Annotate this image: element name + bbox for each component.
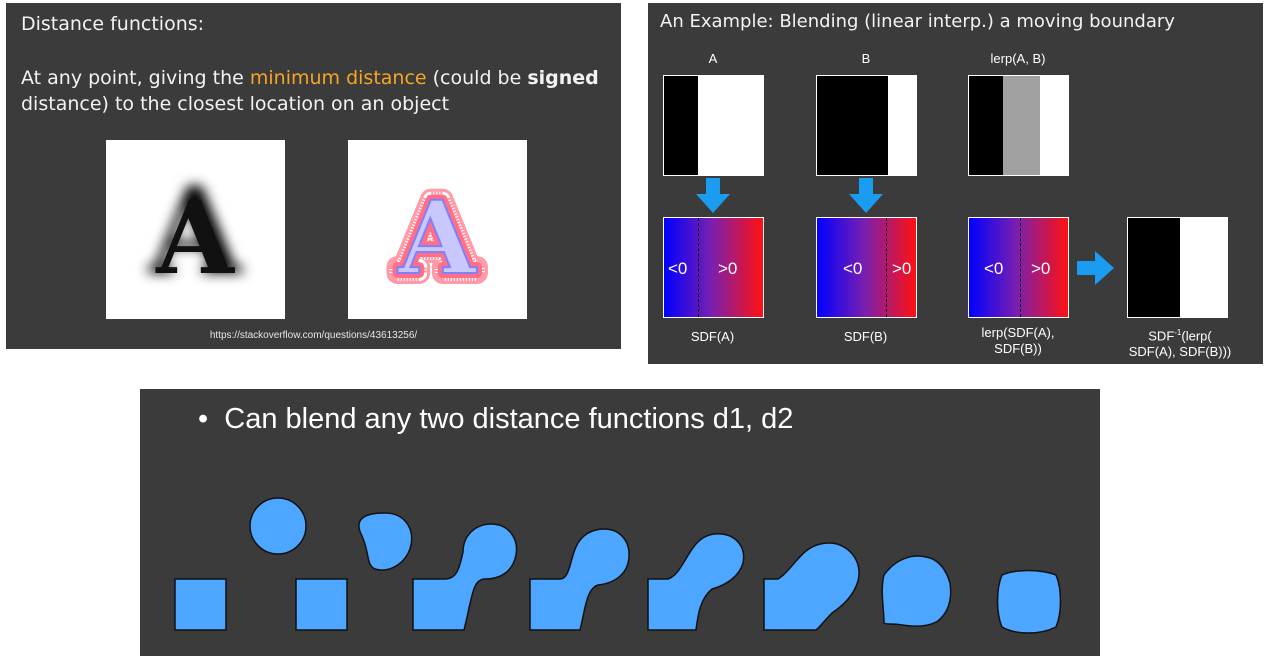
sdf-a-box: <0 >0 <box>663 217 764 318</box>
caption-sdf-a: SDF(A) <box>690 329 735 344</box>
caption-lerp-line2: SDF(B)) <box>994 341 1042 356</box>
result-box <box>1127 217 1228 318</box>
sign-positive: >0 <box>892 259 912 278</box>
sign-positive: >0 <box>1031 259 1051 278</box>
body-bold: signed <box>527 67 599 89</box>
slide-title: Distance functions: <box>21 13 205 35</box>
box-b-black <box>817 76 888 175</box>
shape-stage-4-merged <box>412 523 518 631</box>
caption-sdf-b: SDF(B) <box>843 329 888 344</box>
blurred-letter-image: A A <box>106 140 285 319</box>
body-highlight: minimum distance <box>249 67 427 89</box>
contour-inner: A <box>397 179 477 297</box>
slide-body-text: At any point, giving the minimum distanc… <box>21 65 611 117</box>
blurred-letter: A <box>155 179 235 297</box>
slide-blend-sequence: • Can blend any two distance functions d… <box>140 389 1100 656</box>
sign-positive: >0 <box>718 259 738 278</box>
sdf-b-box: <0 >0 <box>816 217 917 318</box>
sdf-lerp-box: <0 >0 <box>968 217 1069 318</box>
body-prefix: At any point, giving the <box>21 67 250 89</box>
slide-blending-example: An Example: Blending (linear interp.) a … <box>648 3 1263 364</box>
box-a-black <box>664 76 698 175</box>
sign-negative: <0 <box>843 259 863 278</box>
shape-stage-6-merged <box>647 533 745 631</box>
box-lerp-gray <box>1003 76 1040 175</box>
boundary-line <box>886 218 887 317</box>
shape-stage-2-square <box>295 578 348 631</box>
box-lerp <box>968 75 1069 176</box>
shape-stage-8-blob <box>881 555 952 627</box>
box-lerp-black <box>969 76 1003 175</box>
box-b <box>816 75 917 176</box>
label-b: B <box>861 51 871 66</box>
label-a: A <box>708 51 718 66</box>
caption-lerp-line1: lerp(SDF(A), <box>981 325 1055 340</box>
shape-stage-3-circle <box>358 512 413 571</box>
slide-title: An Example: Blending (linear interp.) a … <box>660 11 1175 32</box>
shape-stage-2-circle <box>249 497 307 555</box>
shape-stage-1-square <box>174 578 227 631</box>
shape-stage-9-blob <box>996 569 1062 634</box>
boundary-line <box>1020 218 1021 317</box>
sign-negative: <0 <box>984 259 1004 278</box>
body-mid: (could be <box>426 67 528 89</box>
result-box-black <box>1128 218 1180 317</box>
sdf-contour-letter-image: A A A A <box>348 140 527 319</box>
slide-distance-functions: Distance functions: At any point, giving… <box>6 3 621 349</box>
caption-inv-line2: SDF(A), SDF(B))) <box>1128 344 1232 360</box>
caption-inv-pre: SDF <box>1148 328 1175 344</box>
label-lerp: lerp(A, B) <box>990 51 1046 66</box>
arrow-right-icon <box>1077 251 1114 285</box>
shape-stage-5-merged <box>529 528 630 631</box>
boundary-line <box>698 218 699 317</box>
sign-negative: <0 <box>668 259 688 278</box>
caption-lerp: lerp(SDF(A), SDF(B)) <box>953 325 1083 357</box>
caption-inverse: SDF-1(lerp( SDF(A), SDF(B))) <box>1110 325 1250 360</box>
body-suffix: distance) to the closest location on an … <box>21 93 450 115</box>
blend-sequence-diagram <box>174 497 1062 634</box>
arrow-down-icon <box>696 178 730 213</box>
caption-inv-post: (lerp( <box>1181 328 1212 344</box>
arrow-down-icon <box>849 178 883 213</box>
shape-stage-7-merged <box>763 542 860 631</box>
box-a <box>663 75 764 176</box>
source-url[interactable]: https://stackoverflow.com/questions/4361… <box>6 330 621 341</box>
